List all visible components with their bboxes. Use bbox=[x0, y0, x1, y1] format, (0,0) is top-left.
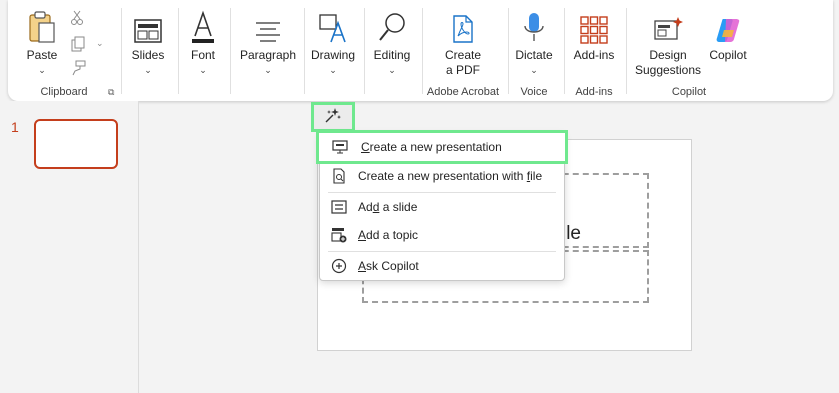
adobe-acrobat-group-label: Adobe Acrobat bbox=[426, 86, 500, 98]
copilot-group: Design Suggestions Copilot Copilot bbox=[628, 0, 750, 101]
create-pdf-icon bbox=[451, 10, 475, 44]
menu-item-label: Create a new presentation with file bbox=[358, 169, 543, 183]
copy-icon[interactable] bbox=[70, 36, 86, 57]
separator bbox=[304, 8, 305, 94]
dictate-label: Dictate bbox=[515, 48, 553, 62]
chevron-down-icon: ⌄ bbox=[38, 65, 46, 75]
editing-button[interactable]: Editing ⌄ bbox=[368, 6, 416, 75]
separator bbox=[178, 8, 179, 94]
chevron-down-icon: ⌄ bbox=[530, 65, 538, 75]
copilot-menu: Create a new presentation Create a new p… bbox=[316, 130, 568, 281]
copilot-button[interactable]: Copilot bbox=[706, 10, 750, 63]
design-suggestions-label-line2: Suggestions bbox=[634, 63, 702, 77]
chevron-down-icon: ⌄ bbox=[199, 65, 207, 75]
paste-button[interactable]: Paste ⌄ bbox=[22, 10, 62, 75]
menu-item-create-with-file[interactable]: Create a new presentation with file bbox=[320, 162, 564, 190]
topic-add-icon bbox=[320, 227, 358, 243]
paragraph-label: Paragraph bbox=[239, 48, 297, 62]
title-placeholder-text: le bbox=[566, 223, 581, 244]
chevron-down-icon: ⌄ bbox=[144, 65, 152, 75]
addins-button[interactable]: Add-ins bbox=[570, 10, 618, 63]
create-pdf-label-line1: Create bbox=[444, 48, 482, 62]
separator bbox=[230, 8, 231, 94]
slide-add-icon bbox=[320, 200, 358, 214]
ribbon: Paste ⌄ ⌄ Clipboard ⧉ Slides ⌄ Font ⌄ Pa… bbox=[8, 0, 833, 101]
paste-icon bbox=[27, 10, 57, 44]
presentation-icon bbox=[319, 140, 361, 154]
design-suggestions-label-line1: Design bbox=[649, 48, 687, 62]
voice-group: Dictate ⌄ Voice bbox=[508, 0, 560, 101]
sparkle-icon bbox=[324, 107, 342, 128]
menu-item-create-new-presentation[interactable]: Create a new presentation bbox=[316, 130, 568, 164]
format-painter-icon[interactable] bbox=[70, 60, 86, 81]
addins-group: Add-ins Add-ins bbox=[566, 0, 622, 101]
drawing-label: Drawing bbox=[310, 48, 355, 62]
clipboard-group: Paste ⌄ ⌄ Clipboard ⧉ bbox=[8, 0, 120, 101]
slides-button[interactable]: Slides ⌄ bbox=[128, 10, 168, 75]
slide-thumbnail[interactable] bbox=[34, 119, 118, 169]
paragraph-button[interactable]: Paragraph ⌄ bbox=[236, 10, 300, 75]
addins-group-label: Add-ins bbox=[575, 86, 613, 98]
menu-item-add-topic[interactable]: Add a topic bbox=[320, 221, 564, 249]
drawing-icon bbox=[317, 6, 349, 44]
addins-icon bbox=[580, 10, 608, 44]
chevron-down-icon: ⌄ bbox=[264, 65, 272, 75]
adobe-acrobat-group: Create a PDF Adobe Acrobat bbox=[422, 0, 504, 101]
separator bbox=[564, 8, 565, 94]
slides-icon bbox=[133, 10, 163, 44]
copilot-icon bbox=[714, 10, 742, 44]
drawing-button[interactable]: Drawing ⌄ bbox=[308, 6, 358, 75]
create-pdf-button[interactable]: Create a PDF bbox=[438, 10, 488, 78]
design-suggestions-icon bbox=[653, 10, 683, 44]
dictate-button[interactable]: Dictate ⌄ bbox=[510, 10, 558, 75]
menu-item-label: Create a new presentation bbox=[361, 140, 502, 154]
menu-item-label: Add a topic bbox=[358, 228, 419, 242]
font-icon bbox=[188, 6, 218, 44]
design-suggestions-button[interactable]: Design Suggestions bbox=[632, 10, 704, 78]
copy-chevron-icon[interactable]: ⌄ bbox=[96, 38, 104, 49]
copilot-sparkle-button[interactable] bbox=[311, 102, 355, 132]
separator bbox=[626, 8, 627, 94]
separator bbox=[121, 8, 122, 94]
file-search-icon bbox=[320, 168, 358, 184]
paragraph-icon bbox=[253, 10, 283, 44]
clipboard-group-label: Clipboard bbox=[40, 86, 88, 98]
font-label: Font bbox=[190, 48, 215, 62]
chevron-down-icon: ⌄ bbox=[388, 65, 396, 75]
menu-item-ask-copilot[interactable]: Ask Copilot bbox=[320, 252, 564, 280]
create-pdf-label-line2: a PDF bbox=[445, 63, 480, 77]
microphone-icon bbox=[523, 10, 545, 44]
menu-item-add-slide[interactable]: Add a slide bbox=[320, 193, 564, 221]
slide-thumbnails-panel: 1 bbox=[0, 101, 139, 393]
font-button[interactable]: Font ⌄ bbox=[183, 6, 223, 75]
slides-label: Slides bbox=[131, 48, 165, 62]
copilot-group-label: Copilot bbox=[671, 86, 707, 98]
copilot-label: Copilot bbox=[709, 48, 747, 62]
addins-label: Add-ins bbox=[573, 48, 615, 62]
slide-number: 1 bbox=[11, 119, 19, 135]
search-icon bbox=[377, 6, 407, 44]
cut-icon[interactable] bbox=[70, 10, 84, 31]
menu-item-label: Add a slide bbox=[358, 200, 418, 214]
paste-label: Paste bbox=[26, 48, 58, 62]
separator bbox=[364, 8, 365, 94]
chevron-down-icon: ⌄ bbox=[329, 65, 337, 75]
editing-label: Editing bbox=[373, 48, 411, 62]
dialog-launcher-icon[interactable]: ⧉ bbox=[108, 87, 114, 98]
copilot-chat-icon bbox=[320, 258, 358, 274]
voice-group-label: Voice bbox=[520, 86, 548, 98]
menu-item-label: Ask Copilot bbox=[358, 259, 419, 273]
